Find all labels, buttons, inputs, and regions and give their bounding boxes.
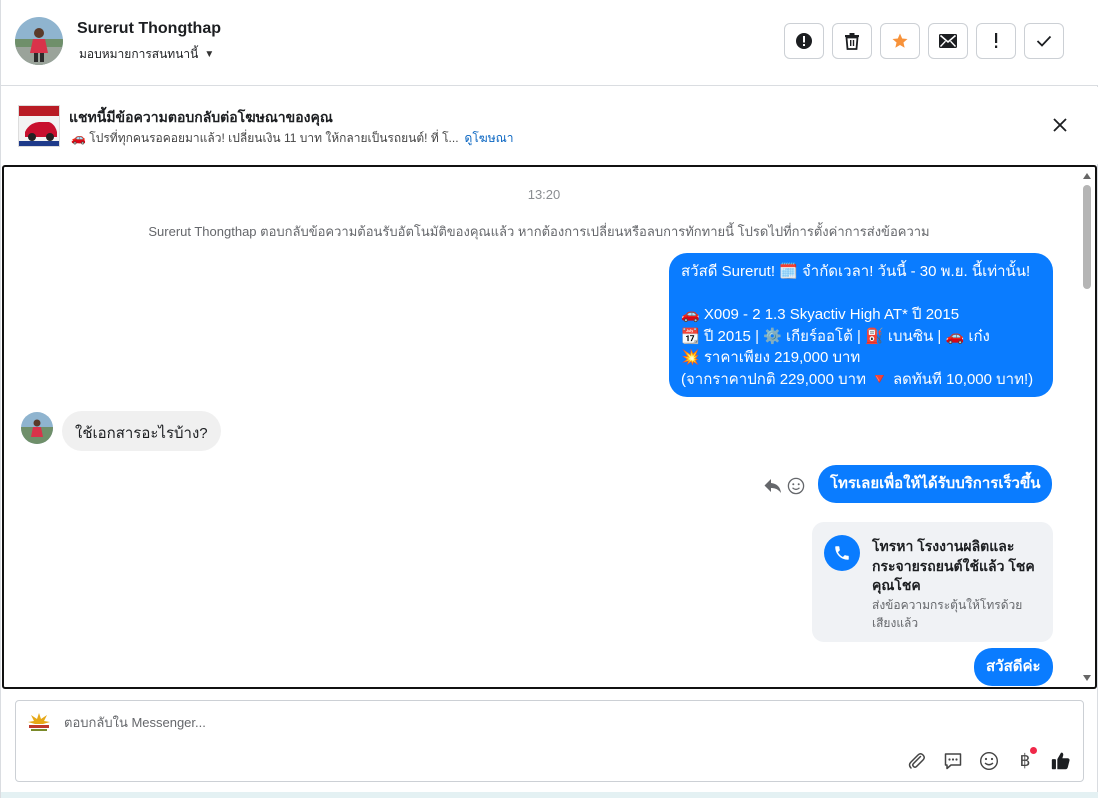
envelope-icon xyxy=(939,34,957,48)
assign-conversation-dropdown[interactable]: มอบหมายการสนทนานี้ ▼ xyxy=(79,45,214,64)
ad-banner-text: 🚗 โปรที่ทุกคนรอคอยมาแล้ว! เปลี่ยนเงิน 11… xyxy=(71,131,459,145)
mark-done-button[interactable] xyxy=(1024,23,1064,59)
mark-spam-button[interactable] xyxy=(784,23,824,59)
caret-down-icon: ▼ xyxy=(204,49,215,60)
phone-icon xyxy=(824,535,860,571)
alert-icon xyxy=(796,33,812,49)
outgoing-greeting-message[interactable]: สวัสดีค่ะ xyxy=(974,648,1053,686)
payment-button[interactable]: ฿ xyxy=(1012,747,1038,774)
promo-line: 💥 ราคาเพียง 219,000 บาท xyxy=(681,349,861,366)
incoming-message[interactable]: ใช้เอกสารอะไรบ้าง? xyxy=(62,411,221,451)
react-emoji-icon[interactable] xyxy=(787,477,805,495)
trash-icon xyxy=(845,33,859,50)
promo-line: สวัสดี Surerut! 🗓️ จำกัดเวลา! วันนี้ - 3… xyxy=(681,263,1031,280)
attach-file-button[interactable] xyxy=(904,748,930,774)
inbox-conversation-panel: Surerut Thongthap มอบหมายการสนทนานี้ ▼ แ… xyxy=(0,0,1098,798)
page-logo xyxy=(26,711,52,733)
assign-label: มอบหมายการสนทนานี้ xyxy=(79,47,199,61)
notification-dot xyxy=(1030,747,1037,754)
voice-call-card[interactable]: โทรหา โรงงานผลิตและกระจายรถยนต์ใช้แล้ว โ… xyxy=(812,522,1053,642)
message-actions xyxy=(763,477,805,495)
saved-replies-button[interactable] xyxy=(940,748,966,774)
promo-line: 📆 ปี 2015 | ⚙️ เกียร์ออโต้ | ⛽ เบนซิน | … xyxy=(681,327,990,345)
close-icon[interactable] xyxy=(1050,115,1070,135)
call-card-subtitle: ส่งข้อความกระตุ้นให้โทรด้วยเสียงแล้ว xyxy=(872,598,1023,630)
call-card-title: โทรหา โรงงานผลิตและกระจายรถยนต์ใช้แล้ว โ… xyxy=(872,538,1035,593)
message-composer: ฿ xyxy=(15,700,1084,782)
chat-scrollbar[interactable] xyxy=(1081,169,1093,685)
ad-reply-banner: แชทนี้มีข้อความตอบกลับต่อโฆษณาของคุณ 🚗 โ… xyxy=(1,87,1098,164)
payment-baht-icon: ฿ xyxy=(1019,751,1031,771)
view-ad-link[interactable]: ดูโฆษณา xyxy=(465,129,514,148)
scroll-down-arrow-icon[interactable] xyxy=(1083,675,1091,681)
contact-avatar[interactable] xyxy=(15,17,63,65)
reply-icon[interactable] xyxy=(763,477,783,495)
scroll-up-arrow-icon[interactable] xyxy=(1083,173,1091,179)
emoji-icon xyxy=(979,751,999,771)
emoji-button[interactable] xyxy=(976,748,1002,774)
check-icon xyxy=(1036,35,1052,47)
saved-reply-icon xyxy=(944,753,962,770)
promo-line: (จากราคาปกติ 229,000 บาท 🔻 ลดทันที 10,00… xyxy=(681,370,1034,388)
ad-banner-title: แชทนี้มีข้อความตอบกลับต่อโฆษณาของคุณ xyxy=(69,109,333,125)
mark-important-button[interactable] xyxy=(976,23,1016,59)
header-actions xyxy=(784,23,1064,59)
system-notice: Surerut Thongthap ตอบกลับข้อความต้อนรับอ… xyxy=(148,224,930,239)
message-thread[interactable]: 13:20 Surerut Thongthap ตอบกลับข้อความต้… xyxy=(2,165,1097,689)
send-like-button[interactable] xyxy=(1048,748,1074,774)
exclamation-icon xyxy=(995,33,998,48)
message-timestamp: 13:20 xyxy=(527,187,561,202)
ad-thumbnail[interactable] xyxy=(18,105,60,147)
outgoing-call-prompt-message[interactable]: โทรเลยเพื่อให้ได้รับบริการเร็วขึ้น xyxy=(818,465,1053,503)
delete-button[interactable] xyxy=(832,23,872,59)
message-input[interactable] xyxy=(64,715,764,730)
star-button[interactable] xyxy=(880,23,920,59)
bottom-divider xyxy=(1,792,1098,798)
like-icon xyxy=(1051,752,1070,770)
contact-name[interactable]: Surerut Thongthap xyxy=(77,20,221,38)
mark-unread-button[interactable] xyxy=(928,23,968,59)
scrollbar-thumb[interactable] xyxy=(1083,185,1091,289)
contact-avatar-small[interactable] xyxy=(21,412,53,444)
composer-toolbar: ฿ xyxy=(904,747,1074,774)
promo-blank-line xyxy=(681,283,1041,305)
ad-banner-text-row: 🚗 โปรที่ทุกคนรอคอยมาแล้ว! เปลี่ยนเงิน 11… xyxy=(71,129,513,148)
conversation-header: Surerut Thongthap มอบหมายการสนทนานี้ ▼ xyxy=(1,0,1098,86)
promo-line: 🚗 X009 - 2 1.3 Skyactiv High AT* ปี 2015 xyxy=(681,306,960,323)
outgoing-promo-message[interactable]: สวัสดี Surerut! 🗓️ จำกัดเวลา! วันนี้ - 3… xyxy=(669,253,1053,397)
paperclip-icon xyxy=(908,753,925,769)
star-icon xyxy=(892,33,908,48)
